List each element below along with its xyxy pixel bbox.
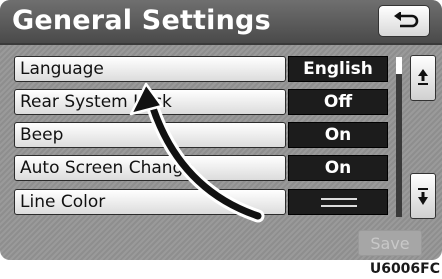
settings-screen: General Settings Language English Rear S… <box>0 0 442 260</box>
image-code-label: U6006FC <box>369 261 440 277</box>
curved-arrow-icon <box>129 82 265 223</box>
